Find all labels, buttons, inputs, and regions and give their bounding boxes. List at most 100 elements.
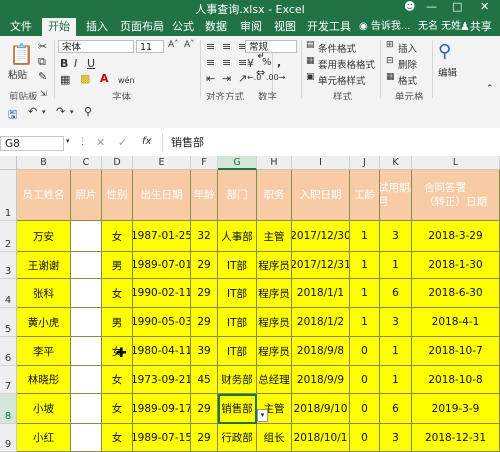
table-cell[interactable]: 2018-4-1 — [412, 308, 500, 337]
table-format-icon[interactable]: ▦ — [306, 56, 315, 66]
border-icon[interactable]: ▦ — [60, 73, 70, 86]
column-header[interactable]: H — [257, 156, 292, 170]
table-cell[interactable]: 组长 — [257, 424, 292, 452]
delete-cells-button[interactable]: 删除 — [398, 57, 417, 71]
align-center-icon[interactable]: ≡ — [222, 56, 231, 69]
print-preview-icon[interactable]: ⚲ — [84, 105, 92, 118]
shrink-font-icon[interactable]: Aˇ — [184, 40, 195, 50]
table-cell[interactable]: 2018/9/8 — [292, 337, 350, 366]
row-header[interactable]: 8 — [0, 394, 17, 424]
table-cell[interactable]: 程序员 — [257, 337, 292, 366]
insert-cells-button[interactable]: 插入 — [398, 41, 417, 55]
tab-developer[interactable]: 开发工具 — [305, 19, 353, 36]
row-header[interactable]: 3 — [0, 252, 17, 279]
table-cell[interactable]: 主管 — [257, 221, 292, 252]
tab-formulas[interactable]: 公式 — [170, 19, 196, 36]
column-header[interactable]: F — [191, 156, 218, 170]
font-size-select[interactable]: 11 — [136, 40, 164, 53]
table-cell[interactable]: 小坡 — [17, 394, 71, 424]
table-cell[interactable]: 29 — [191, 279, 218, 308]
indent-icon[interactable]: ⇤ — [206, 72, 215, 85]
font-name-select[interactable]: 宋体 — [58, 40, 134, 53]
table-header-cell[interactable]: 部门 — [218, 170, 257, 221]
table-cell[interactable]: 29 — [191, 424, 218, 452]
format-cells-icon[interactable]: ▦ — [386, 72, 395, 82]
undo-icon[interactable]: ↶ — [28, 105, 37, 118]
formula-input[interactable]: 销售部 — [162, 134, 500, 152]
table-cell[interactable]: 0 — [350, 394, 380, 424]
table-cell[interactable]: 1 — [380, 252, 412, 279]
table-cell[interactable]: 2017/12/30 — [292, 221, 350, 252]
orientation-icon[interactable]: ↗ — [238, 72, 247, 85]
table-header-cell[interactable]: 员工姓名 — [17, 170, 71, 221]
conditional-format-icon[interactable]: ▤ — [306, 40, 315, 50]
row-header[interactable]: 5 — [0, 308, 17, 337]
table-cell[interactable]: 2018-1-30 — [412, 252, 500, 279]
table-cell[interactable]: IT部 — [218, 252, 257, 279]
table-cell[interactable]: 1973-09-21 — [133, 366, 191, 394]
table-cell[interactable]: 程序员 — [257, 308, 292, 337]
conditional-format-button[interactable]: 条件格式 — [318, 41, 356, 55]
table-header-cell[interactable]: 试用期/月 — [380, 170, 412, 221]
copy-icon[interactable]: ⧉ — [38, 55, 46, 69]
table-cell[interactable]: 黄小虎 — [17, 308, 71, 337]
align-right-icon[interactable]: ≡ — [238, 56, 247, 69]
user-name[interactable]: 无名 无姓 — [416, 19, 463, 36]
paste-icon[interactable]: 📋 — [9, 42, 34, 66]
percent-button[interactable]: % — [262, 57, 272, 68]
table-header-cell[interactable]: 年龄 — [191, 170, 218, 221]
table-cell[interactable]: 男 — [102, 252, 133, 279]
maximize-icon[interactable]: □ — [452, 0, 462, 13]
search-icon[interactable]: ⚲ — [438, 41, 451, 62]
table-cell[interactable]: 张科 — [17, 279, 71, 308]
row-header[interactable]: 4 — [0, 279, 17, 308]
table-cell[interactable]: IT部 — [218, 279, 257, 308]
table-cell[interactable]: 总经理 — [257, 366, 292, 394]
cancel-icon[interactable]: ✕ — [96, 136, 105, 149]
table-header-cell[interactable]: 入职日期 — [292, 170, 350, 221]
table-cell[interactable]: 0 — [350, 424, 380, 452]
font-color-icon[interactable]: A — [100, 72, 109, 85]
save-icon[interactable]: 🖫 — [8, 106, 17, 125]
collapse-ribbon-icon[interactable]: ⌃ — [486, 84, 494, 94]
cell-style-icon[interactable]: ▣ — [306, 72, 315, 82]
table-cell[interactable]: 程序员 — [257, 279, 292, 308]
table-cell[interactable] — [71, 337, 102, 366]
table-cell[interactable]: 6 — [380, 279, 412, 308]
table-cell[interactable]: 2018-10-7 — [412, 337, 500, 366]
phonetic-button[interactable]: wén — [118, 76, 135, 85]
edit-button[interactable]: 编辑 — [438, 65, 457, 79]
table-cell[interactable]: 6 — [380, 394, 412, 424]
table-cell[interactable]: 3 — [380, 424, 412, 452]
account-icon[interactable]: ☻ — [404, 0, 415, 13]
tab-page-layout[interactable]: 页面布局 — [118, 19, 166, 36]
italic-button[interactable]: I — [74, 57, 77, 70]
tab-file[interactable]: 文件 — [8, 19, 34, 36]
table-cell[interactable]: 1989-07-15 — [133, 424, 191, 452]
table-cell[interactable]: 29 — [191, 252, 218, 279]
table-cell[interactable] — [71, 366, 102, 394]
column-header[interactable]: D — [102, 156, 133, 170]
table-cell[interactable]: 2018-10-8 — [412, 366, 500, 394]
minimize-icon[interactable]: — — [426, 0, 437, 13]
table-cell[interactable]: 人事部 — [218, 221, 257, 252]
table-cell[interactable]: 39 — [191, 337, 218, 366]
row-header[interactable]: 6 — [0, 337, 17, 366]
select-all-corner[interactable] — [0, 156, 17, 170]
share-button[interactable]: ♟共享 — [458, 19, 494, 36]
table-cell[interactable] — [71, 221, 102, 252]
table-cell[interactable]: 1 — [380, 366, 412, 394]
table-cell[interactable]: 女 — [102, 394, 133, 424]
table-cell[interactable]: 45 — [191, 366, 218, 394]
column-header[interactable]: E — [133, 156, 191, 170]
tab-insert[interactable]: 插入 — [84, 19, 110, 36]
table-cell[interactable] — [71, 279, 102, 308]
tab-home[interactable]: 开始 — [42, 18, 76, 36]
name-box-dropdown-icon[interactable]: ▾ — [66, 137, 70, 145]
enter-icon[interactable]: ✓ — [118, 136, 127, 149]
redo-dropdown-icon[interactable]: ▾ — [70, 108, 74, 116]
table-cell[interactable]: 女 — [102, 279, 133, 308]
table-cell[interactable]: 1 — [350, 221, 380, 252]
table-cell[interactable]: 29 — [191, 394, 218, 424]
validation-dropdown-icon[interactable]: ▾ — [257, 409, 268, 422]
